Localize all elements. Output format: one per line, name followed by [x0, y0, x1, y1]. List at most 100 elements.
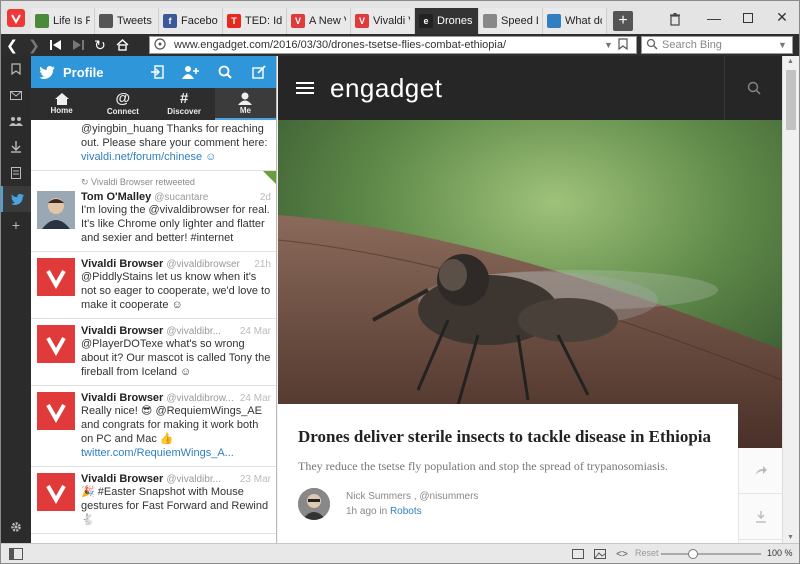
tab-title: Drones d: [437, 15, 474, 27]
vivaldi-menu-button[interactable]: [7, 9, 25, 27]
article-headline[interactable]: Drones deliver sterile insects to tackle…: [298, 426, 718, 447]
back-button[interactable]: ❮: [1, 34, 23, 56]
twitter-nav-me[interactable]: Me: [214, 88, 276, 120]
tab-6[interactable]: e Drones d: [415, 8, 479, 34]
tweet-author[interactable]: Tom O'Malley: [81, 191, 151, 203]
tweet[interactable]: Vivaldi Browser @vivaldibrow... 24 Mar Real…: [31, 386, 276, 467]
chevron-down-icon[interactable]: ▼: [778, 40, 792, 50]
scroll-down-arrow[interactable]: ▼: [787, 534, 794, 541]
tweet-author[interactable]: Vivaldi Browser: [81, 258, 163, 270]
trash-icon[interactable]: [665, 9, 685, 29]
bookmarks-panel-icon[interactable]: [1, 56, 31, 82]
tab-7[interactable]: Speed D: [479, 8, 543, 34]
compose-tweet-icon[interactable]: [242, 56, 276, 88]
tweet-author[interactable]: Vivaldi Browser: [81, 325, 163, 337]
avatar[interactable]: [37, 258, 75, 296]
tweet-time: 2d: [259, 192, 271, 203]
hamburger-menu-icon[interactable]: [296, 79, 314, 97]
tweet-text: @PlayerDOTexe what's so wrong about it? …: [81, 337, 271, 379]
close-button[interactable]: ✕: [765, 1, 799, 34]
vivaldi-logo-icon: [46, 404, 66, 423]
settings-gear-icon[interactable]: [1, 517, 31, 537]
tweet[interactable]: Vivaldi Browser @vivaldibrowser 21h @Piddly…: [31, 252, 276, 319]
chevron-down-icon[interactable]: ▼: [604, 40, 618, 50]
share-icon[interactable]: [739, 448, 782, 494]
tab-5[interactable]: V Vivaldi V: [351, 8, 415, 34]
reload-button[interactable]: ↻: [89, 34, 111, 56]
scroll-up-arrow[interactable]: ▲: [787, 58, 794, 65]
image-toggle-icon[interactable]: [589, 547, 611, 561]
twitter-nav-home[interactable]: Home: [31, 88, 92, 120]
tweet-handle[interactable]: @sucantare: [154, 192, 257, 203]
site-logo[interactable]: engadget: [330, 73, 442, 104]
tab-0[interactable]: Life Is F: [31, 8, 95, 34]
tweet-handle[interactable]: @vivaldibrow...: [166, 393, 237, 404]
author-avatar[interactable]: [298, 488, 330, 520]
sign-out-icon[interactable]: [140, 56, 174, 88]
page-tiling-icon[interactable]: [567, 547, 589, 561]
tweet[interactable]: ↻ Vivaldi Browser retweeted Tom O'Malley @…: [31, 171, 276, 252]
site-info-icon[interactable]: [154, 38, 168, 52]
twitter-panel-icon[interactable]: [1, 186, 31, 212]
zoom-slider-knob[interactable]: [688, 549, 698, 559]
panel-toggle-icon[interactable]: [9, 547, 23, 560]
twitter-nav: Home @ Connect # Discover Me: [31, 88, 276, 120]
tweet-link[interactable]: vivaldi.net/forum/chinese ☺: [81, 150, 271, 164]
tweet-link[interactable]: twitter.com/RequiemWings_A...: [81, 446, 271, 460]
tweet[interactable]: Vivaldi Browser @vivaldibr... 24 Mar @Playe…: [31, 319, 276, 386]
tab-4[interactable]: V A New V: [287, 8, 351, 34]
twitter-nav-discover[interactable]: # Discover: [154, 88, 215, 120]
tab-8[interactable]: What do: [543, 8, 607, 34]
minimize-button[interactable]: —: [697, 1, 731, 34]
avatar[interactable]: [37, 325, 75, 363]
downloads-panel-icon[interactable]: [1, 134, 31, 160]
page-scrollbar[interactable]: ▲ ▼: [782, 56, 799, 543]
author-handle[interactable]: @nisummers: [419, 491, 478, 502]
retweet-note: ↻ Vivaldi Browser retweeted: [37, 177, 271, 188]
avatar[interactable]: [37, 473, 75, 511]
zoom-reset-button[interactable]: Reset: [635, 548, 659, 558]
tweet-author[interactable]: Vivaldi Browser: [81, 473, 163, 485]
follow-user-icon[interactable]: [174, 56, 208, 88]
tweet-handle[interactable]: @vivaldibr...: [166, 326, 237, 337]
tweet-feed[interactable]: @yingbin_huang Thanks for reaching out. …: [31, 120, 276, 534]
home-button[interactable]: [111, 34, 133, 56]
twitter-nav-label: Me: [239, 105, 251, 115]
avatar[interactable]: [37, 191, 75, 229]
add-panel-icon[interactable]: +: [1, 212, 31, 238]
bookmark-icon[interactable]: [618, 38, 632, 52]
tweet-text-body: 🎉 #Easter Snapshot with Mouse gestures f…: [81, 486, 269, 526]
search-engine-icon[interactable]: [646, 38, 658, 53]
author-name[interactable]: Nick Summers: [346, 491, 411, 502]
category-link[interactable]: Robots: [390, 506, 422, 517]
tweet-handle[interactable]: @vivaldibrowser: [166, 259, 251, 270]
rewind-button[interactable]: [45, 34, 67, 56]
tweet-text: @PiddlyStains let us know when it's not …: [81, 270, 271, 312]
maximize-button[interactable]: [731, 1, 765, 34]
search-icon[interactable]: [208, 56, 242, 88]
tweet-handle[interactable]: @vivaldibr...: [166, 474, 237, 485]
contacts-panel-icon[interactable]: [1, 108, 31, 134]
fast-forward-button[interactable]: [67, 34, 89, 56]
new-tab-button[interactable]: +: [613, 11, 633, 31]
tweet[interactable]: @yingbin_huang Thanks for reaching out. …: [31, 120, 276, 171]
tweet[interactable]: Vivaldi Browser @vivaldibr... 23 Mar 🎉 #Eas…: [31, 467, 276, 534]
zoom-slider[interactable]: [661, 549, 761, 559]
home-icon: [54, 93, 69, 105]
avatar[interactable]: [37, 392, 75, 430]
search-icon[interactable]: [724, 56, 782, 120]
twitter-nav-connect[interactable]: @ Connect: [92, 88, 153, 120]
scrollbar-thumb[interactable]: [786, 70, 796, 130]
tab-1[interactable]: Tweets: [95, 8, 159, 34]
url-field[interactable]: www.engadget.com/2016/03/30/drones-tsets…: [149, 36, 637, 54]
tab-3[interactable]: T TED: Ide: [223, 8, 287, 34]
search-field[interactable]: Search Bing ▼: [641, 36, 793, 54]
zoom-level: 100 %: [767, 548, 793, 558]
forward-button[interactable]: ❯: [23, 34, 45, 56]
mail-panel-icon[interactable]: [1, 82, 31, 108]
tweet-author[interactable]: Vivaldi Browser: [81, 392, 163, 404]
tab-2[interactable]: f Faceboo: [159, 8, 223, 34]
save-icon[interactable]: [739, 494, 782, 540]
page-actions-icon[interactable]: <>: [611, 547, 633, 561]
notes-panel-icon[interactable]: [1, 160, 31, 186]
